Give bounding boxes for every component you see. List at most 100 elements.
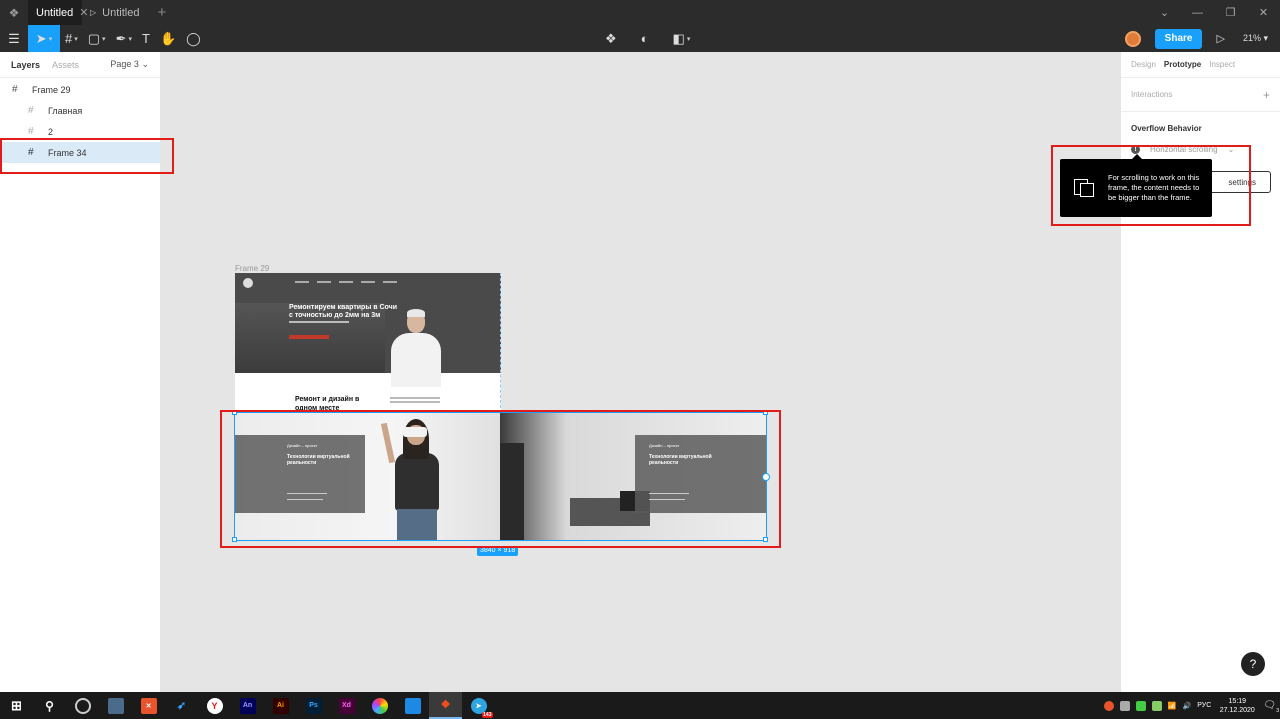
tab-layers[interactable]: Layers — [11, 60, 40, 70]
illustrator-icon[interactable]: Ai — [264, 692, 297, 719]
new-tab-button[interactable]: + — [147, 0, 176, 25]
frame-29-boundary — [500, 273, 501, 413]
hash-icon: # — [65, 31, 73, 46]
zoom-dropdown[interactable]: 21% ▾ — [1243, 33, 1268, 44]
boolean-icon[interactable]: ◧ ▾ — [668, 25, 696, 52]
photoshop-icon[interactable]: Ps — [297, 692, 330, 719]
figma-logo-icon[interactable]: ❖ — [0, 0, 28, 25]
app-x-icon[interactable]: ✕ — [132, 692, 165, 719]
chrome-icon[interactable] — [66, 692, 99, 719]
avatar[interactable] — [1124, 30, 1141, 47]
tray-app3-icon[interactable] — [1151, 700, 1162, 711]
cursor-icon: ➤ — [35, 30, 47, 46]
notification-count: 3 — [1276, 708, 1279, 714]
layer-label: 2 — [48, 126, 54, 137]
tray-app2-icon[interactable] — [1135, 700, 1146, 711]
rectangle-icon: ▢ — [87, 30, 101, 46]
animate-icon[interactable]: An — [231, 692, 264, 719]
window-controls: ⌄ — ❐ ✕ — [1148, 0, 1280, 25]
hero-cta — [289, 335, 329, 339]
hero-title: Ремонтируем квартиры в Сочи с точностью … — [289, 304, 398, 319]
share-button[interactable]: Share — [1154, 28, 1203, 49]
left-panel-tabs: Layers Assets Page 3 ⌄ — [0, 52, 160, 78]
tray-app-icon[interactable] — [1103, 700, 1114, 711]
add-interaction-icon[interactable]: + — [1263, 88, 1270, 102]
hand-tool[interactable]: ✋ — [155, 25, 181, 52]
component-icon[interactable]: ❖ — [600, 25, 622, 52]
time: 15:19 — [1228, 697, 1247, 705]
tab-assets[interactable]: Assets — [52, 60, 79, 70]
shape-tool[interactable]: ▢ ▾ — [83, 25, 111, 52]
pen-icon: ✒ — [115, 30, 127, 46]
hero-person-image — [385, 293, 447, 387]
app-blue-icon[interactable] — [396, 692, 429, 719]
highlight-layer-frame-34 — [0, 138, 174, 174]
app-wing-icon[interactable]: ➶ — [165, 692, 198, 719]
tray-battery-icon[interactable] — [1119, 700, 1130, 711]
language-indicator[interactable]: РУС — [1197, 702, 1211, 709]
frame-icon: # — [28, 126, 34, 137]
calculator-icon[interactable] — [99, 692, 132, 719]
hero-subtitle — [289, 321, 349, 323]
close-window-icon[interactable]: ✕ — [1247, 6, 1280, 19]
tab-label: Untitled — [102, 6, 140, 19]
comment-icon: ◯ — [186, 30, 201, 46]
chevron-down-icon: ▾ — [1263, 33, 1268, 43]
search-icon[interactable]: ⚲ — [33, 692, 66, 719]
layer-label: Frame 29 — [32, 84, 71, 95]
figma-taskbar-icon[interactable]: ❖ — [429, 692, 462, 719]
tab-label: Untitled — [36, 6, 74, 19]
wifi-icon[interactable]: 📶 — [1168, 702, 1177, 710]
tab-inspect[interactable]: Inspect — [1209, 60, 1235, 69]
zoom-value: 21% — [1242, 33, 1261, 43]
layer-frame-29[interactable]: # Frame 29 — [0, 79, 160, 100]
highlight-frame-34 — [220, 410, 781, 548]
present-icon[interactable]: ▷ — [1216, 32, 1224, 45]
title-bar: ❖ Untitled ✕ ▷ Untitled + ⌄ — ❐ ✕ — [0, 0, 1280, 25]
telegram-icon[interactable]: ➤ 143 — [462, 692, 495, 719]
minimize-icon[interactable]: — — [1181, 7, 1214, 19]
site-logo — [243, 278, 253, 288]
center-tools: ❖ ◐ ◧ ▾ — [600, 25, 695, 52]
text-tool[interactable]: T — [137, 25, 155, 52]
pen-tool[interactable]: ✒ ▾ — [111, 25, 137, 52]
interactions-label: Interactions — [1131, 90, 1173, 99]
windows-taskbar: ⊞ ⚲ ✕ ➶ Y An Ai Ps Xd ❖ ➤ 143 📶 🔊 РУС 15:… — [0, 692, 1280, 719]
overflow-title: Overflow Behavior — [1131, 124, 1202, 133]
frame-tool[interactable]: # ▾ — [60, 25, 83, 52]
xd-icon[interactable]: Xd — [330, 692, 363, 719]
interactions-section: Interactions + — [1121, 78, 1280, 112]
windows-start-icon[interactable]: ⊞ — [0, 692, 33, 719]
help-button[interactable]: ? — [1241, 652, 1265, 676]
hand-icon: ✋ — [159, 30, 177, 46]
mask-icon[interactable]: ◐ — [636, 25, 654, 52]
restore-icon[interactable]: ❐ — [1214, 6, 1247, 19]
main-menu-icon[interactable]: ☰ — [0, 25, 28, 52]
layer-label: Главная — [48, 105, 83, 116]
text-icon: T — [141, 31, 150, 46]
comment-tool[interactable]: ◯ — [181, 25, 206, 52]
page-label: Page 3 — [110, 59, 139, 69]
system-tray: 📶 🔊 РУС 15:19 27.12.2020 🗨 3 — [1103, 697, 1280, 715]
toolbar: ☰ ➤ ▾ # ▾ ▢ ▾ ✒ ▾ T ✋ ◯ ❖ ◐ ◧ ▾ Share ▷ 21% ▾ — [0, 25, 1280, 52]
tab-untitled-prototype[interactable]: ▷ Untitled — [82, 0, 147, 25]
layer-glavnaya[interactable]: # Главная — [0, 100, 160, 121]
volume-icon[interactable]: 🔊 — [1183, 702, 1192, 710]
section-text — [390, 397, 440, 399]
right-tools: Share ▷ 21% ▾ — [1124, 25, 1280, 52]
play-icon: ▷ — [90, 8, 97, 17]
notification-icon[interactable]: 🗨 3 — [1263, 700, 1279, 714]
yandex-browser-icon[interactable]: Y — [198, 692, 231, 719]
app-color-icon[interactable] — [363, 692, 396, 719]
frame-icon: # — [12, 84, 18, 95]
tab-untitled-active[interactable]: Untitled ✕ — [28, 0, 89, 25]
chevron-down-icon: ⌄ — [141, 59, 149, 69]
frame-29-label[interactable]: Frame 29 — [235, 264, 269, 273]
move-tool[interactable]: ➤ ▾ — [28, 25, 60, 52]
page-selector[interactable]: Page 3 ⌄ — [110, 59, 149, 70]
tab-design[interactable]: Design — [1131, 60, 1156, 69]
clock[interactable]: 15:19 27.12.2020 — [1217, 697, 1257, 715]
tab-prototype[interactable]: Prototype — [1164, 60, 1201, 69]
frame-29[interactable]: Ремонтируем квартиры в Сочи с точностью … — [235, 273, 501, 413]
chevron-down-icon[interactable]: ⌄ — [1148, 6, 1181, 19]
